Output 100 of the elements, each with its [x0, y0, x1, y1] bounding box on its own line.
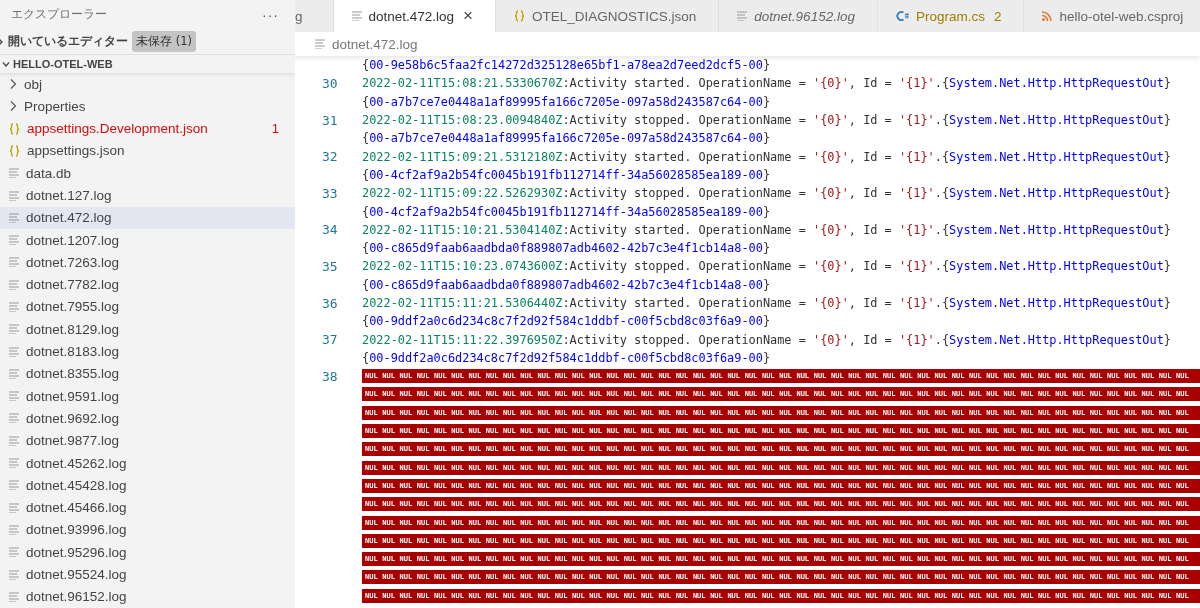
line-number: 38: [322, 368, 339, 384]
code-line: {00-a7b7ce7e0448a1af89995fa166c7205e-097a58d243587c64-00}: [362, 131, 771, 146]
chevron-right-icon: [9, 100, 17, 113]
file-item[interactable]: appsettings.json: [0, 139, 295, 163]
tab-label: Program.cs: [915, 8, 985, 24]
lines-icon: [9, 413, 19, 424]
file-item[interactable]: dotnet.7955.log: [0, 295, 295, 319]
file-item[interactable]: appsettings.Development.json 1: [0, 117, 295, 140]
file-name: dotnet.8355.log: [26, 366, 120, 382]
c-sharp-icon: [895, 10, 909, 22]
file-item[interactable]: dotnet.7782.log: [0, 273, 295, 296]
file-name: dotnet.8129.log: [26, 321, 120, 337]
lines-icon: [9, 547, 19, 558]
lines-icon: [9, 212, 19, 223]
tab-label: OTEL_DIAGNOSTICS.json: [532, 8, 697, 24]
lines-icon: [9, 235, 19, 246]
file-name: data.db: [26, 165, 72, 181]
file-item[interactable]: dotnet.95296.log: [0, 541, 295, 564]
line-number: 32: [322, 149, 339, 165]
code-line: {00-4cf2af9a2b54fc0045b191fb112714ff-34a56028585ea189-00}: [362, 204, 771, 219]
folder-item[interactable]: Properties: [0, 95, 295, 118]
file-item[interactable]: dotnet.472.log: [0, 206, 295, 229]
code-line: 2022-02-11T15:08:23.0094840Z:Activity stopped. OperationName = '{0}', Id = '{1}'.{System.Net.Http.HttpRequestOut}: [362, 113, 1171, 128]
tab-label: g: [295, 8, 303, 24]
editor-tab[interactable]: OTEL_DIAGNOSTICS.json: [496, 0, 720, 32]
file-item[interactable]: dotnet.96152.log: [0, 585, 295, 608]
file-name: dotnet.45428.log: [26, 477, 127, 493]
lines-icon: [9, 302, 19, 312]
file-item[interactable]: dotnet.45262.log: [0, 451, 295, 475]
file-item[interactable]: dotnet.95524.log: [0, 563, 295, 586]
code-line: 2022-02-11T15:09:22.5262930Z:Activity stopped. OperationName = '{0}', Id = '{1}'.{System.Net.Http.HttpRequestOut}: [362, 186, 1171, 201]
lines-icon: [9, 279, 19, 290]
code-line: {00-c865d9faab6aadbda0f889807adb4602-42b7c3e4f1cb14a8-00}: [362, 241, 771, 256]
lines-icon: [9, 458, 19, 469]
file-item[interactable]: dotnet.8183.log: [0, 340, 295, 363]
line-number: 37: [322, 332, 339, 348]
chevron-right-icon: [9, 78, 17, 90]
line-number: 33: [322, 185, 339, 201]
file-item[interactable]: dotnet.9877.log: [0, 429, 295, 452]
problem-count: 2: [993, 8, 1002, 24]
lines-icon: [9, 324, 19, 335]
file-item[interactable]: dotnet.1207.log: [0, 228, 295, 252]
file-name: dotnet.1207.log: [26, 232, 120, 248]
file-name: dotnet.93996.log: [26, 522, 127, 538]
editor-tab[interactable]: dotnet.472.log ×: [333, 0, 497, 32]
editor-tab[interactable]: g: [295, 0, 334, 32]
file-item[interactable]: dotnet.45466.log: [0, 496, 295, 519]
file-item[interactable]: dotnet.45428.log: [0, 474, 295, 497]
rss-icon: [1042, 11, 1053, 21]
file-name: dotnet.7782.log: [26, 277, 120, 293]
curly-braces-icon: [9, 144, 20, 157]
file-name: dotnet.9877.log: [26, 433, 120, 449]
file-name: dotnet.7955.log: [26, 299, 120, 315]
lines-icon: [9, 569, 19, 580]
file-name: dotnet.472.log: [26, 210, 112, 226]
tab-label: dotnet.96152.log: [754, 8, 855, 24]
folder-item[interactable]: obj: [0, 72, 295, 96]
file-item[interactable]: dotnet.93996.log: [0, 518, 295, 542]
project-header[interactable]: HELLO-OTEL-WEB: [0, 55, 295, 73]
chevron-down-icon: [2, 60, 10, 69]
lines-icon: [9, 391, 19, 402]
code-line: {00-9ddf2a0c6d234c8c7f2d92f584c1ddbf-c00f5cbd8c03f6a9-00}: [362, 314, 771, 329]
code-line: {00-9ddf2a0c6d234c8c7f2d92f584c1ddbf-c00f5cbd8c03f6a9-00}: [362, 350, 771, 365]
lines-icon: [9, 435, 19, 446]
file-item[interactable]: dotnet.9591.log: [0, 385, 295, 408]
curly-braces-icon: [9, 122, 20, 135]
code-line: {00-4cf2af9a2b54fc0045b191fb112714ff-34a56028585ea189-00}: [362, 167, 771, 182]
more-actions-button[interactable]: ···: [260, 6, 281, 23]
file-item[interactable]: dotnet.127.log: [0, 184, 295, 207]
breadcrumb-item[interactable]: dotnet.472.log: [332, 36, 418, 52]
problem-count: 1: [271, 121, 279, 137]
file-name: dotnet.95296.log: [26, 544, 127, 560]
file-item[interactable]: dotnet.7263.log: [0, 251, 295, 274]
lines-icon: [737, 11, 748, 21]
code-line: {00-c865d9faab6aadbda0f889807adb4602-42b7c3e4f1cb14a8-00}: [362, 277, 771, 292]
section-header[interactable]: 開いているエディター 未保存 (1): [0, 29, 295, 56]
file-item[interactable]: data.db: [0, 162, 295, 185]
code-line: {00-a7b7ce7e0448a1af89995fa166c7205e-097a58d243587c64-00}: [362, 94, 771, 109]
file-name: dotnet.9591.log: [26, 388, 120, 404]
file-item[interactable]: dotnet.8129.log: [0, 318, 295, 341]
line-number: 36: [322, 295, 339, 311]
file-item[interactable]: dotnet.8355.log: [0, 362, 295, 386]
code-line: {00-9e58b6c5faa2fc14272d325128e65bf1-a78ea2d7eed2dcf5-00}: [362, 58, 771, 73]
file-item[interactable]: dotnet.9692.log: [0, 407, 295, 430]
section-label: 開いているエディター: [8, 34, 128, 50]
lines-icon: [9, 168, 19, 179]
file-name: appsettings.Development.json: [27, 121, 208, 137]
file-name: dotnet.127.log: [26, 188, 112, 203]
file-name: dotnet.8183.log: [26, 344, 120, 360]
line-number: 30: [322, 75, 339, 91]
editor-tab[interactable]: hello-otel-web.csproj: [1024, 0, 1200, 32]
file-name: dotnet.45262.log: [26, 455, 127, 471]
explorer-title: エクスプローラー: [11, 6, 107, 24]
lines-icon: [351, 11, 362, 21]
close-icon[interactable]: ×: [463, 6, 474, 26]
code-line: 2022-02-11T15:08:21.5330670Z:Activity started. OperationName = '{0}', Id = '{1}'.{System.Net.Http.HttpRequestOut}: [362, 76, 1171, 91]
code-line: 2022-02-11T15:11:22.3976950Z:Activity stopped. OperationName = '{0}', Id = '{1}'.{System.Net.Http.HttpRequestOut}: [362, 332, 1171, 347]
line-number: 35: [322, 258, 339, 274]
tab-label: hello-otel-web.csproj: [1059, 8, 1184, 24]
editor-tab[interactable]: dotnet.96152.log: [719, 0, 878, 32]
